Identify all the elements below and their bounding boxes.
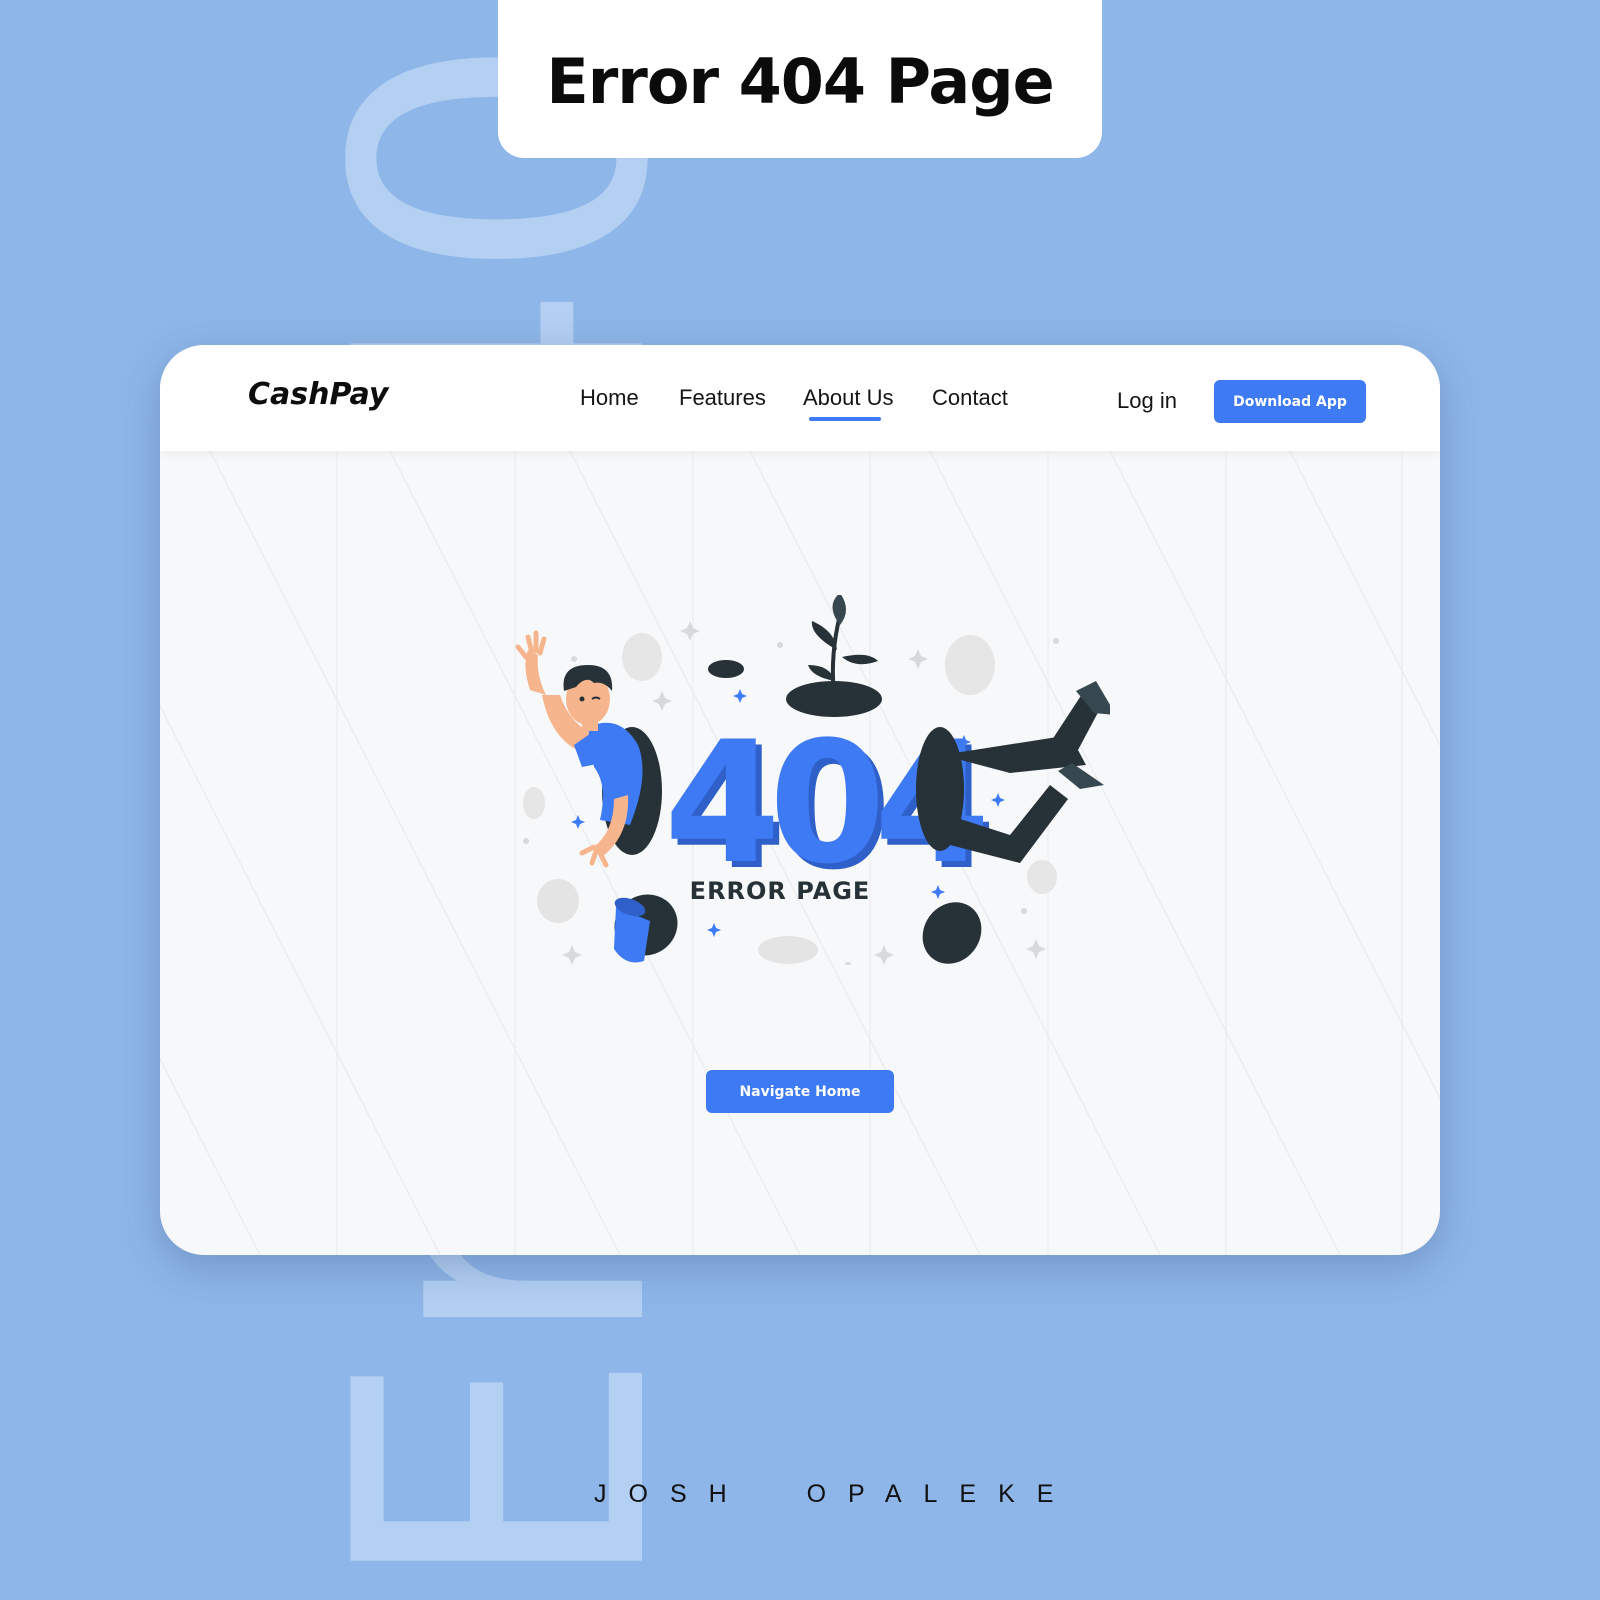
error-404-illustration: 404 404 ERROR PAGE <box>515 595 1110 965</box>
nav-link-features[interactable]: Features <box>679 385 766 411</box>
browser-mockup: CashPay Home Features About Us Contact L… <box>160 345 1440 1255</box>
nav-link-contact[interactable]: Contact <box>932 385 1008 411</box>
navbar: CashPay Home Features About Us Contact L… <box>160 345 1440 451</box>
active-nav-underline <box>809 417 881 421</box>
error-page-caption: ERROR PAGE <box>690 877 871 905</box>
plant-icon <box>786 595 882 717</box>
login-link[interactable]: Log in <box>1117 388 1177 414</box>
download-app-button[interactable]: Download App <box>1214 380 1366 423</box>
nav-link-about[interactable]: About Us <box>803 385 894 411</box>
page-title: Error 404 Page <box>546 44 1054 118</box>
nav-link-home[interactable]: Home <box>580 385 639 411</box>
logo[interactable]: CashPay <box>248 377 388 412</box>
navigate-home-button[interactable]: Navigate Home <box>706 1070 894 1113</box>
title-card: Error 404 Page <box>498 0 1102 158</box>
author-name: JOSH OPALEKE <box>594 1480 1076 1508</box>
